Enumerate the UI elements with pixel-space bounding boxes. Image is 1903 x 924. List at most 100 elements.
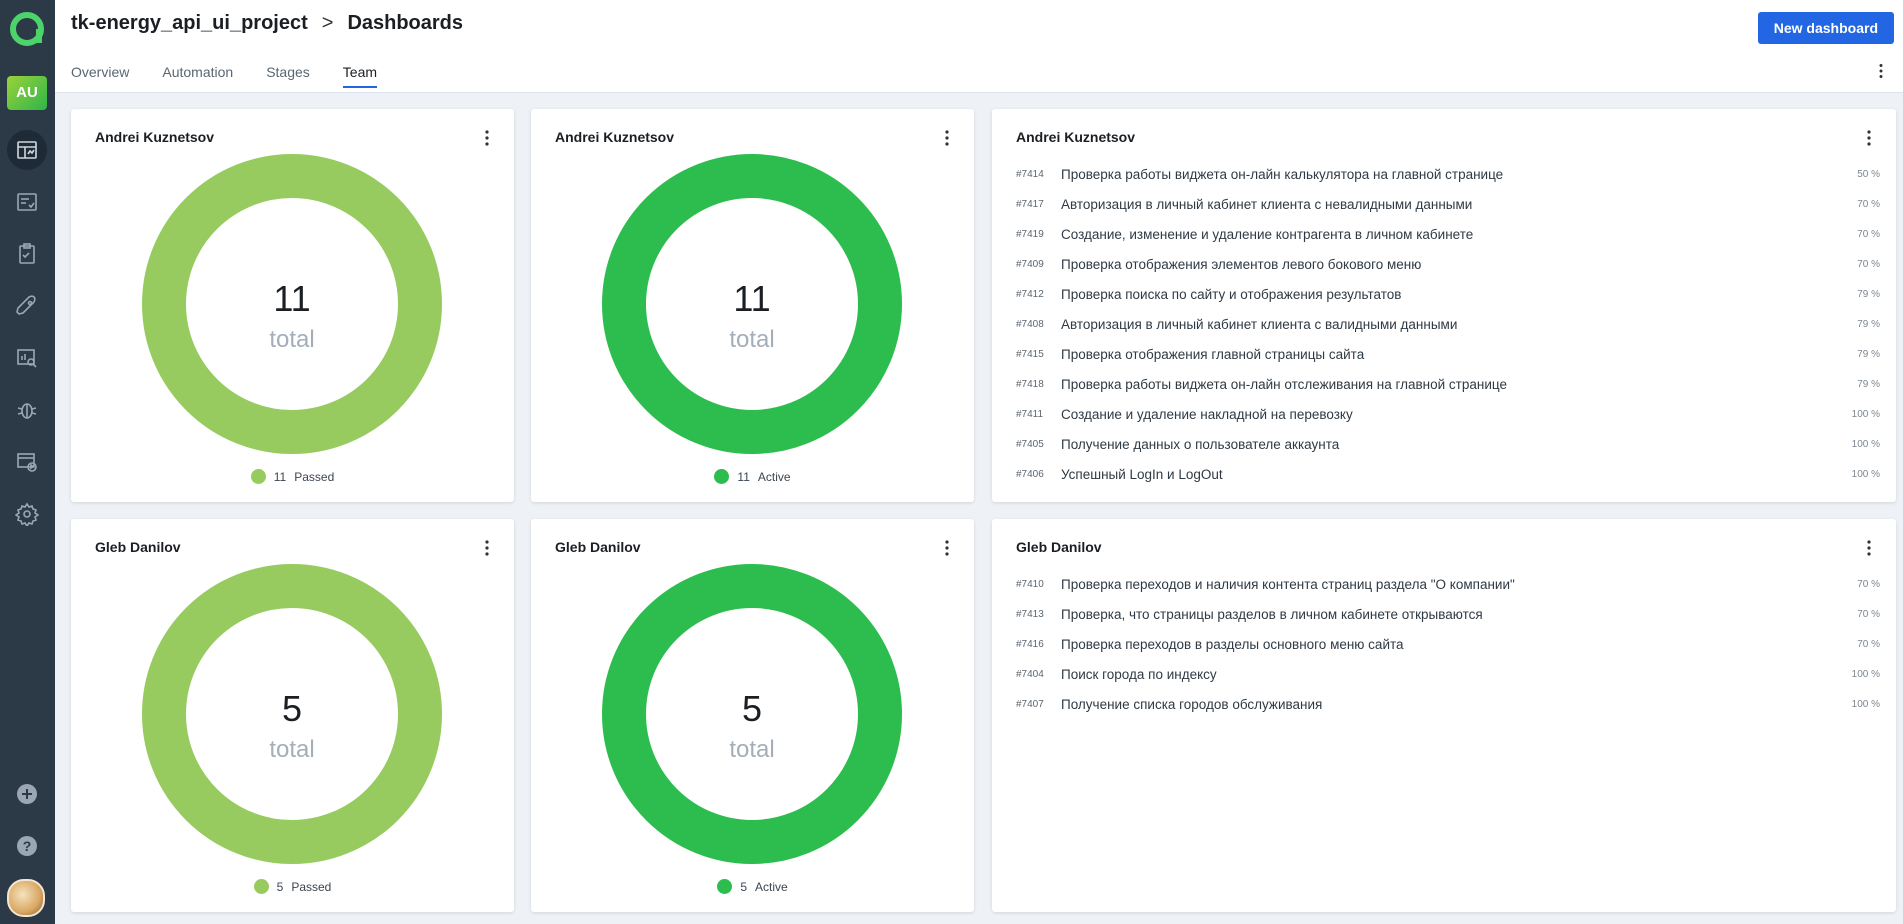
- list-item[interactable]: #7413 Проверка, что страницы разделов в л…: [1016, 599, 1880, 629]
- legend-label: Active: [757, 469, 791, 484]
- list-item[interactable]: #7412 Проверка поиска по сайту и отображе…: [1016, 279, 1880, 309]
- list-item[interactable]: #7415 Проверка отображения главной страни…: [1016, 339, 1880, 369]
- test-id: #7407: [1016, 698, 1044, 710]
- test-name: Авторизация в личный кабинет клиента с в…: [1061, 316, 1458, 332]
- list-item[interactable]: #7404 Поиск города по индексу 100 %: [1016, 659, 1880, 689]
- test-name: Создание, изменение и удаление контраген…: [1061, 226, 1474, 242]
- test-id: #7413: [1016, 608, 1044, 620]
- widget-menu-icon[interactable]: [942, 539, 952, 557]
- widget-title: Andrei Kuznetsov: [1016, 129, 1136, 145]
- test-id: #7412: [1016, 288, 1044, 300]
- breadcrumb-project[interactable]: tk-energy_api_ui_project: [71, 12, 308, 35]
- test-id: #7404: [1016, 668, 1044, 680]
- test-plans-icon[interactable]: [7, 234, 47, 274]
- widget-andrei-test-list: Andrei Kuznetsov #7414 Проверка работы ви…: [992, 109, 1896, 502]
- list-item[interactable]: #7410 Проверка переходов и наличия контен…: [1016, 569, 1880, 599]
- user-avatar[interactable]: [7, 879, 45, 917]
- test-id: #7411: [1016, 408, 1044, 420]
- dashboard-icon[interactable]: [7, 130, 47, 170]
- breadcrumb-separator: >: [321, 12, 334, 34]
- tab-overview[interactable]: Overview: [71, 64, 129, 88]
- list-item[interactable]: #7409 Проверка отображения элементов лево…: [1016, 249, 1880, 279]
- legend-label: Active: [755, 879, 788, 894]
- launches-icon[interactable]: [7, 286, 47, 326]
- svg-text:?: ?: [23, 838, 32, 854]
- donut-chart: 5 total: [142, 564, 442, 864]
- tab-automation[interactable]: Automation: [162, 64, 233, 88]
- settings-icon[interactable]: [7, 494, 47, 534]
- chart-legend: 5 Active: [531, 879, 974, 894]
- test-id: #7414: [1016, 168, 1044, 180]
- tab-team[interactable]: Team: [342, 64, 378, 88]
- widget-menu-icon[interactable]: [1864, 539, 1874, 557]
- widget-menu-icon[interactable]: [482, 129, 492, 147]
- test-name: Проверка работы виджета он-лайн отслежив…: [1061, 376, 1507, 392]
- test-cases-icon[interactable]: [7, 182, 47, 222]
- list-item[interactable]: #7419 Создание, изменение и удаление конт…: [1016, 219, 1880, 249]
- tab-stages[interactable]: Stages: [266, 64, 310, 88]
- jobs-icon[interactable]: [7, 442, 47, 482]
- list-item[interactable]: #7407 Получение списка городов обслуживан…: [1016, 689, 1880, 719]
- list-item[interactable]: #7411 Создание и удаление накладной на пе…: [1016, 399, 1880, 429]
- help-icon[interactable]: ?: [7, 826, 47, 866]
- list-item[interactable]: #7418 Проверка работы виджета он-лайн отс…: [1016, 369, 1880, 399]
- more-options-icon[interactable]: [1873, 63, 1889, 79]
- allure-logo[interactable]: [6, 8, 48, 50]
- donut-total: 5: [282, 688, 302, 729]
- list-item[interactable]: #7417 Авторизация в личный кабинет клиент…: [1016, 189, 1880, 219]
- donut-total-label: total: [269, 736, 314, 763]
- test-percent: 70 %: [1857, 578, 1880, 590]
- test-percent: 79 %: [1857, 378, 1880, 390]
- list-item[interactable]: #7408 Авторизация в личный кабинет клиент…: [1016, 309, 1880, 339]
- test-id: #7405: [1016, 438, 1044, 450]
- test-name: Авторизация в личный кабинет клиента с н…: [1061, 196, 1473, 212]
- donut-chart: 5 total: [602, 564, 902, 864]
- new-dashboard-button[interactable]: New dashboard: [1757, 12, 1894, 44]
- test-id: #7406: [1016, 468, 1044, 480]
- sidebar: AU ?: [0, 0, 55, 924]
- legend-dot: [714, 469, 730, 484]
- test-percent: 70 %: [1857, 228, 1880, 240]
- test-id: #7418: [1016, 378, 1044, 390]
- test-case-list: #7414 Проверка работы виджета он-лайн кал…: [1016, 159, 1880, 489]
- test-id: #7419: [1016, 228, 1044, 240]
- widget-gleb-active: Gleb Danilov 5 total 5 Active: [531, 519, 974, 912]
- test-name: Проверка поиска по сайту и отображения р…: [1061, 286, 1402, 302]
- analytics-icon[interactable]: [7, 338, 47, 378]
- test-name: Проверка, что страницы разделов в личном…: [1061, 606, 1483, 622]
- test-case-list: #7410 Проверка переходов и наличия контен…: [1016, 569, 1880, 719]
- add-icon[interactable]: [7, 774, 47, 814]
- page-title: Dashboards: [347, 12, 464, 34]
- widget-menu-icon[interactable]: [942, 129, 952, 147]
- test-percent: 100 %: [1851, 408, 1880, 420]
- donut-chart: 11 total: [602, 154, 902, 454]
- widget-title: Gleb Danilov: [1016, 539, 1102, 555]
- defects-icon[interactable]: [7, 390, 47, 430]
- widget-title: Gleb Danilov: [95, 539, 181, 555]
- legend-label: Passed: [291, 879, 332, 894]
- test-percent: 50 %: [1857, 168, 1880, 180]
- list-item[interactable]: #7416 Проверка переходов в разделы основн…: [1016, 629, 1880, 659]
- list-item[interactable]: #7405 Получение данных о пользователе акк…: [1016, 429, 1880, 459]
- list-item[interactable]: #7414 Проверка работы виджета он-лайн кал…: [1016, 159, 1880, 189]
- donut-chart: 11 total: [142, 154, 442, 454]
- project-avatar[interactable]: AU: [7, 76, 47, 110]
- test-id: #7415: [1016, 348, 1044, 360]
- test-id: #7417: [1016, 198, 1044, 210]
- test-name: Проверка работы виджета он-лайн калькуля…: [1061, 166, 1504, 182]
- legend-dot: [250, 469, 266, 484]
- widget-andrei-passed: Andrei Kuznetsov 11 total 11 Passed: [71, 109, 514, 502]
- test-percent: 70 %: [1857, 608, 1880, 620]
- chart-legend: 11 Passed: [71, 469, 514, 484]
- list-item[interactable]: #7406 Успешный LogIn и LogOut 100 %: [1016, 459, 1880, 489]
- widget-gleb-test-list: Gleb Danilov #7410 Проверка переходов и н…: [992, 519, 1896, 912]
- legend-count: 5: [276, 879, 284, 894]
- widget-menu-icon[interactable]: [1864, 129, 1874, 147]
- test-id: #7416: [1016, 638, 1044, 650]
- test-percent: 70 %: [1857, 638, 1880, 650]
- test-name: Создание и удаление накладной на перевоз…: [1061, 406, 1353, 422]
- donut-total-label: total: [269, 326, 314, 353]
- widget-gleb-passed: Gleb Danilov 5 total 5 Passed: [71, 519, 514, 912]
- widget-menu-icon[interactable]: [482, 539, 492, 557]
- legend-dot: [717, 879, 733, 894]
